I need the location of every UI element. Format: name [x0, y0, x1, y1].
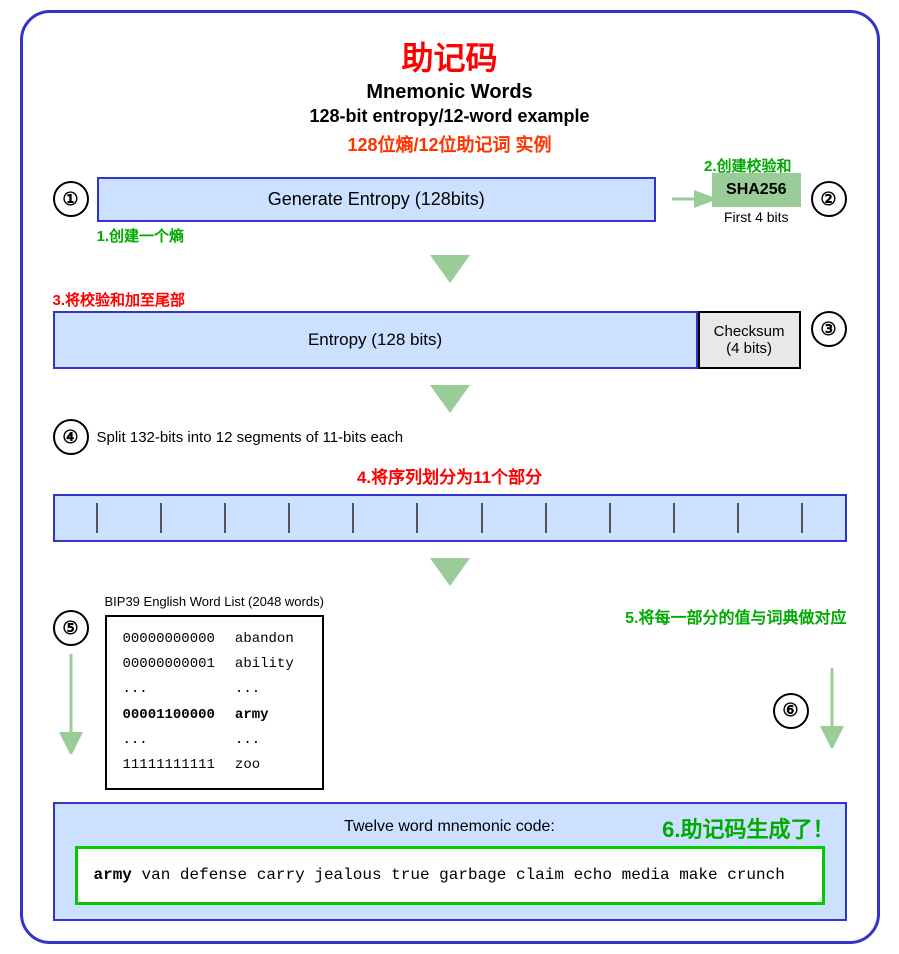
- step5-circle: ⑤: [53, 610, 89, 646]
- word-ability: ability: [235, 652, 294, 677]
- word-dots-2: ...: [123, 728, 215, 753]
- checksum-label1: Checksum: [714, 323, 785, 340]
- mnemonic-rest: van defense carry jealous true garbage c…: [132, 866, 785, 884]
- step4-cn: 4.将序列划分为11个部分: [53, 463, 847, 488]
- word-dots-3: ...: [235, 677, 294, 702]
- word-dots-1: ...: [123, 677, 215, 702]
- segments-bar: [53, 494, 847, 542]
- step6-circle: ⑥: [773, 693, 809, 729]
- down-arrow-right: [817, 668, 847, 753]
- step5-right: 5.将每一部分的值与词典做对应 ⑥: [324, 594, 847, 753]
- down-arrow3: [53, 558, 847, 586]
- step6-area: 6.助记码生成了！ Twelve word mnemonic code: arm…: [53, 802, 847, 921]
- word-binary-army: 00001100000: [123, 703, 215, 728]
- wordlist-columns: 00000000000 00000000001 ... 00001100000 …: [123, 627, 306, 778]
- dash-8: [545, 503, 547, 533]
- dash-6: [416, 503, 418, 533]
- first4-label: First 4 bits: [724, 209, 789, 225]
- dash-2: [160, 503, 162, 533]
- entropy-box: Generate Entropy (128bits): [97, 177, 657, 222]
- down-arrow-left: [56, 654, 86, 759]
- right-arrow-icon: [672, 184, 712, 214]
- step1-label-cn: 1.创建一个熵: [97, 225, 185, 246]
- dash-12: [801, 503, 803, 533]
- step6-cn-label: 6.助记码生成了！: [662, 812, 834, 844]
- step4-circle: ④: [53, 419, 89, 455]
- word-zoo: zoo: [235, 753, 294, 778]
- step1-row: ① Generate Entropy (128bits) S: [53, 173, 847, 225]
- step4-text: Split 132-bits into 12 segments of 11-bi…: [97, 429, 404, 446]
- title-cn: 助记码: [53, 33, 847, 79]
- dash-7: [481, 503, 483, 533]
- dash-5: [352, 503, 354, 533]
- step4-area: ④ Split 132-bits into 12 segments of 11-…: [53, 419, 847, 542]
- sha256-box: SHA256: [712, 173, 800, 207]
- entropy128-box: Entropy (128 bits): [53, 311, 698, 369]
- wordlist-col1: 00000000000 00000000001 ... 00001100000 …: [123, 627, 215, 778]
- step5-side: ⑤: [53, 610, 89, 759]
- title-en2: 128-bit entropy/12-word example: [53, 106, 847, 127]
- step1-circle: ①: [53, 181, 89, 217]
- title-en1: Mnemonic Words: [53, 81, 847, 104]
- dash-4: [288, 503, 290, 533]
- word-army: army: [235, 703, 294, 728]
- word-list-container: BIP39 English Word List (2048 words) 000…: [105, 594, 324, 790]
- checksum-label2: (4 bits): [714, 340, 785, 357]
- word-binary-1: 00000000000: [123, 627, 215, 652]
- wordlist-inner: 00000000000 00000000001 ... 00001100000 …: [105, 615, 324, 790]
- word-abandon: abandon: [235, 627, 294, 652]
- dash-11: [737, 503, 739, 533]
- checksum-box: Checksum (4 bits): [698, 311, 801, 369]
- dashes-row: [55, 496, 845, 540]
- dash-9: [609, 503, 611, 533]
- dash-10: [673, 503, 675, 533]
- word-binary-2: 00000000001: [123, 652, 215, 677]
- wordlist-title: BIP39 English Word List (2048 words): [105, 594, 324, 609]
- dash-1: [96, 503, 98, 533]
- main-container: 助记码 Mnemonic Words 128-bit entropy/12-wo…: [20, 10, 880, 944]
- word-dots-4: ...: [235, 728, 294, 753]
- curved-arrow-left-icon: [56, 654, 86, 754]
- word-binary-last: 11111111111: [123, 753, 215, 778]
- down-arrow1: [53, 255, 847, 283]
- mnemonic-box: army van defense carry jealous true garb…: [75, 846, 825, 905]
- down-arrow2: [53, 385, 847, 413]
- step2-circle: ②: [811, 181, 847, 217]
- wordlist-col2: abandon ability ... army ... zoo: [235, 627, 294, 778]
- step3-circle: ③: [811, 311, 847, 347]
- step3-row: Entropy (128 bits) Checksum (4 bits) ③: [53, 311, 847, 369]
- title-cn2: 128位熵/12位助记词 实例: [53, 131, 847, 157]
- step6-right-area: ⑥: [773, 668, 847, 753]
- step5-cn: 5.将每一部分的值与词典做对应: [625, 604, 846, 628]
- curved-arrow-right-icon: [817, 668, 847, 748]
- dash-3: [224, 503, 226, 533]
- step5-area: ⑤ BIP39 English Word List (2048 words): [53, 594, 847, 790]
- mnemonic-first-word: army: [94, 866, 132, 884]
- step3-label-cn: 3.将校验和加至尾部: [53, 289, 186, 310]
- step4-row: ④ Split 132-bits into 12 segments of 11-…: [53, 419, 847, 455]
